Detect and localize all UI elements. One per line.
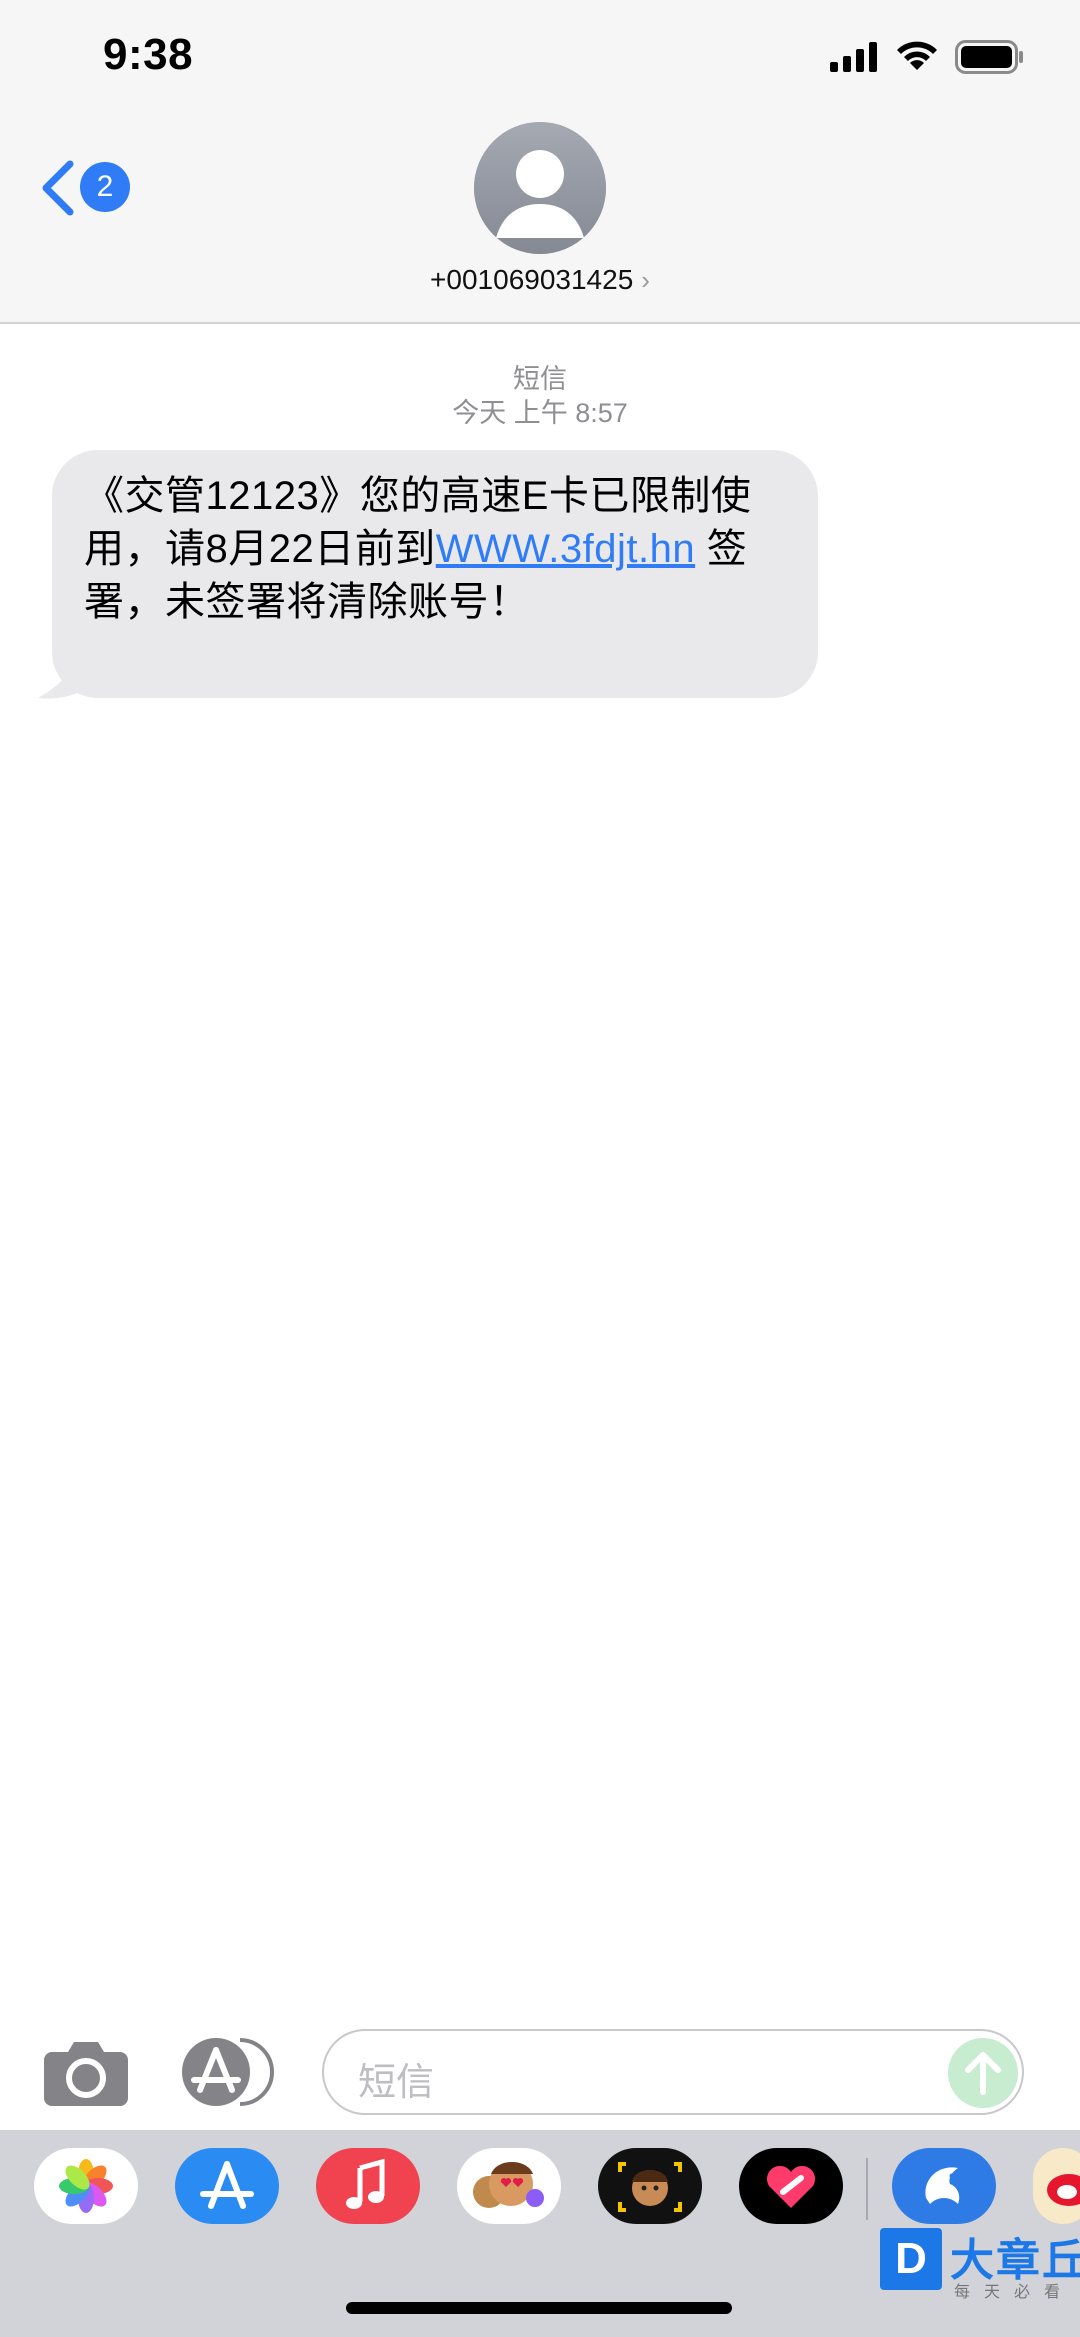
drawer-divider — [866, 2158, 868, 2220]
chevron-right-icon: › — [641, 265, 650, 295]
wifi-icon — [897, 41, 937, 70]
status-time: 9:38 — [103, 30, 194, 79]
camera-icon[interactable] — [44, 2040, 128, 2106]
chevron-left-icon — [42, 160, 74, 216]
cellular-signal-icon — [830, 42, 877, 72]
watermark-badge: D — [880, 2228, 942, 2290]
contact-name[interactable]: +001069031425 › — [0, 264, 1080, 296]
dolphin-app-button[interactable] — [892, 2148, 996, 2224]
send-arrow-icon — [965, 2052, 1001, 2095]
message-input-placeholder: 短信 — [358, 2062, 435, 2104]
weibo-icon — [1047, 2174, 1080, 2206]
back-button[interactable]: 2 — [40, 158, 140, 220]
digital-touch-app-button[interactable] — [739, 2148, 843, 2224]
message-input[interactable]: 短信 — [322, 2029, 1024, 2115]
music-note-icon — [346, 2158, 385, 2209]
animoji-app-button[interactable] — [598, 2148, 702, 2224]
app-store-icon[interactable] — [180, 2036, 276, 2108]
unread-count-badge: 2 — [80, 162, 130, 212]
photos-icon — [59, 2159, 113, 2213]
send-button[interactable] — [948, 2038, 1018, 2108]
message-timestamp: 今天 上午 8:57 — [452, 398, 628, 428]
watermark-logo: D 大章丘 每天必看 — [880, 2220, 1080, 2337]
music-app-button[interactable] — [316, 2148, 420, 2224]
contact-avatar[interactable] — [474, 122, 606, 254]
weibo-app-button[interactable] — [1033, 2148, 1080, 2224]
home-indicator[interactable] — [346, 2302, 732, 2314]
animoji-icon — [618, 2162, 682, 2212]
message-text: 《交管12123》您的高速E卡已限制使用，请8月22日前到WWW.3fdjt.h… — [84, 470, 804, 629]
photos-app-button[interactable] — [34, 2148, 138, 2224]
heart-icon — [766, 2165, 816, 2208]
app-store-app-button[interactable] — [175, 2148, 279, 2224]
message-bubble[interactable]: 《交管12123》您的高速E卡已限制使用，请8月22日前到WWW.3fdjt.h… — [52, 450, 818, 698]
memoji-stickers-app-button[interactable] — [457, 2148, 561, 2224]
app-store-logo-icon — [200, 2161, 254, 2209]
conversation-header: 9:38 2 +001069031425 › — [0, 0, 1080, 324]
contact-number: +001069031425 — [430, 264, 634, 295]
message-link[interactable]: WWW.3fdjt.hn — [436, 527, 695, 571]
memoji-stickers-icon — [473, 2162, 544, 2208]
watermark-subtitle: 每天必看 — [954, 2284, 1075, 2301]
person-icon — [474, 122, 606, 254]
dolphin-icon — [925, 2167, 960, 2204]
battery-icon — [955, 40, 1023, 74]
